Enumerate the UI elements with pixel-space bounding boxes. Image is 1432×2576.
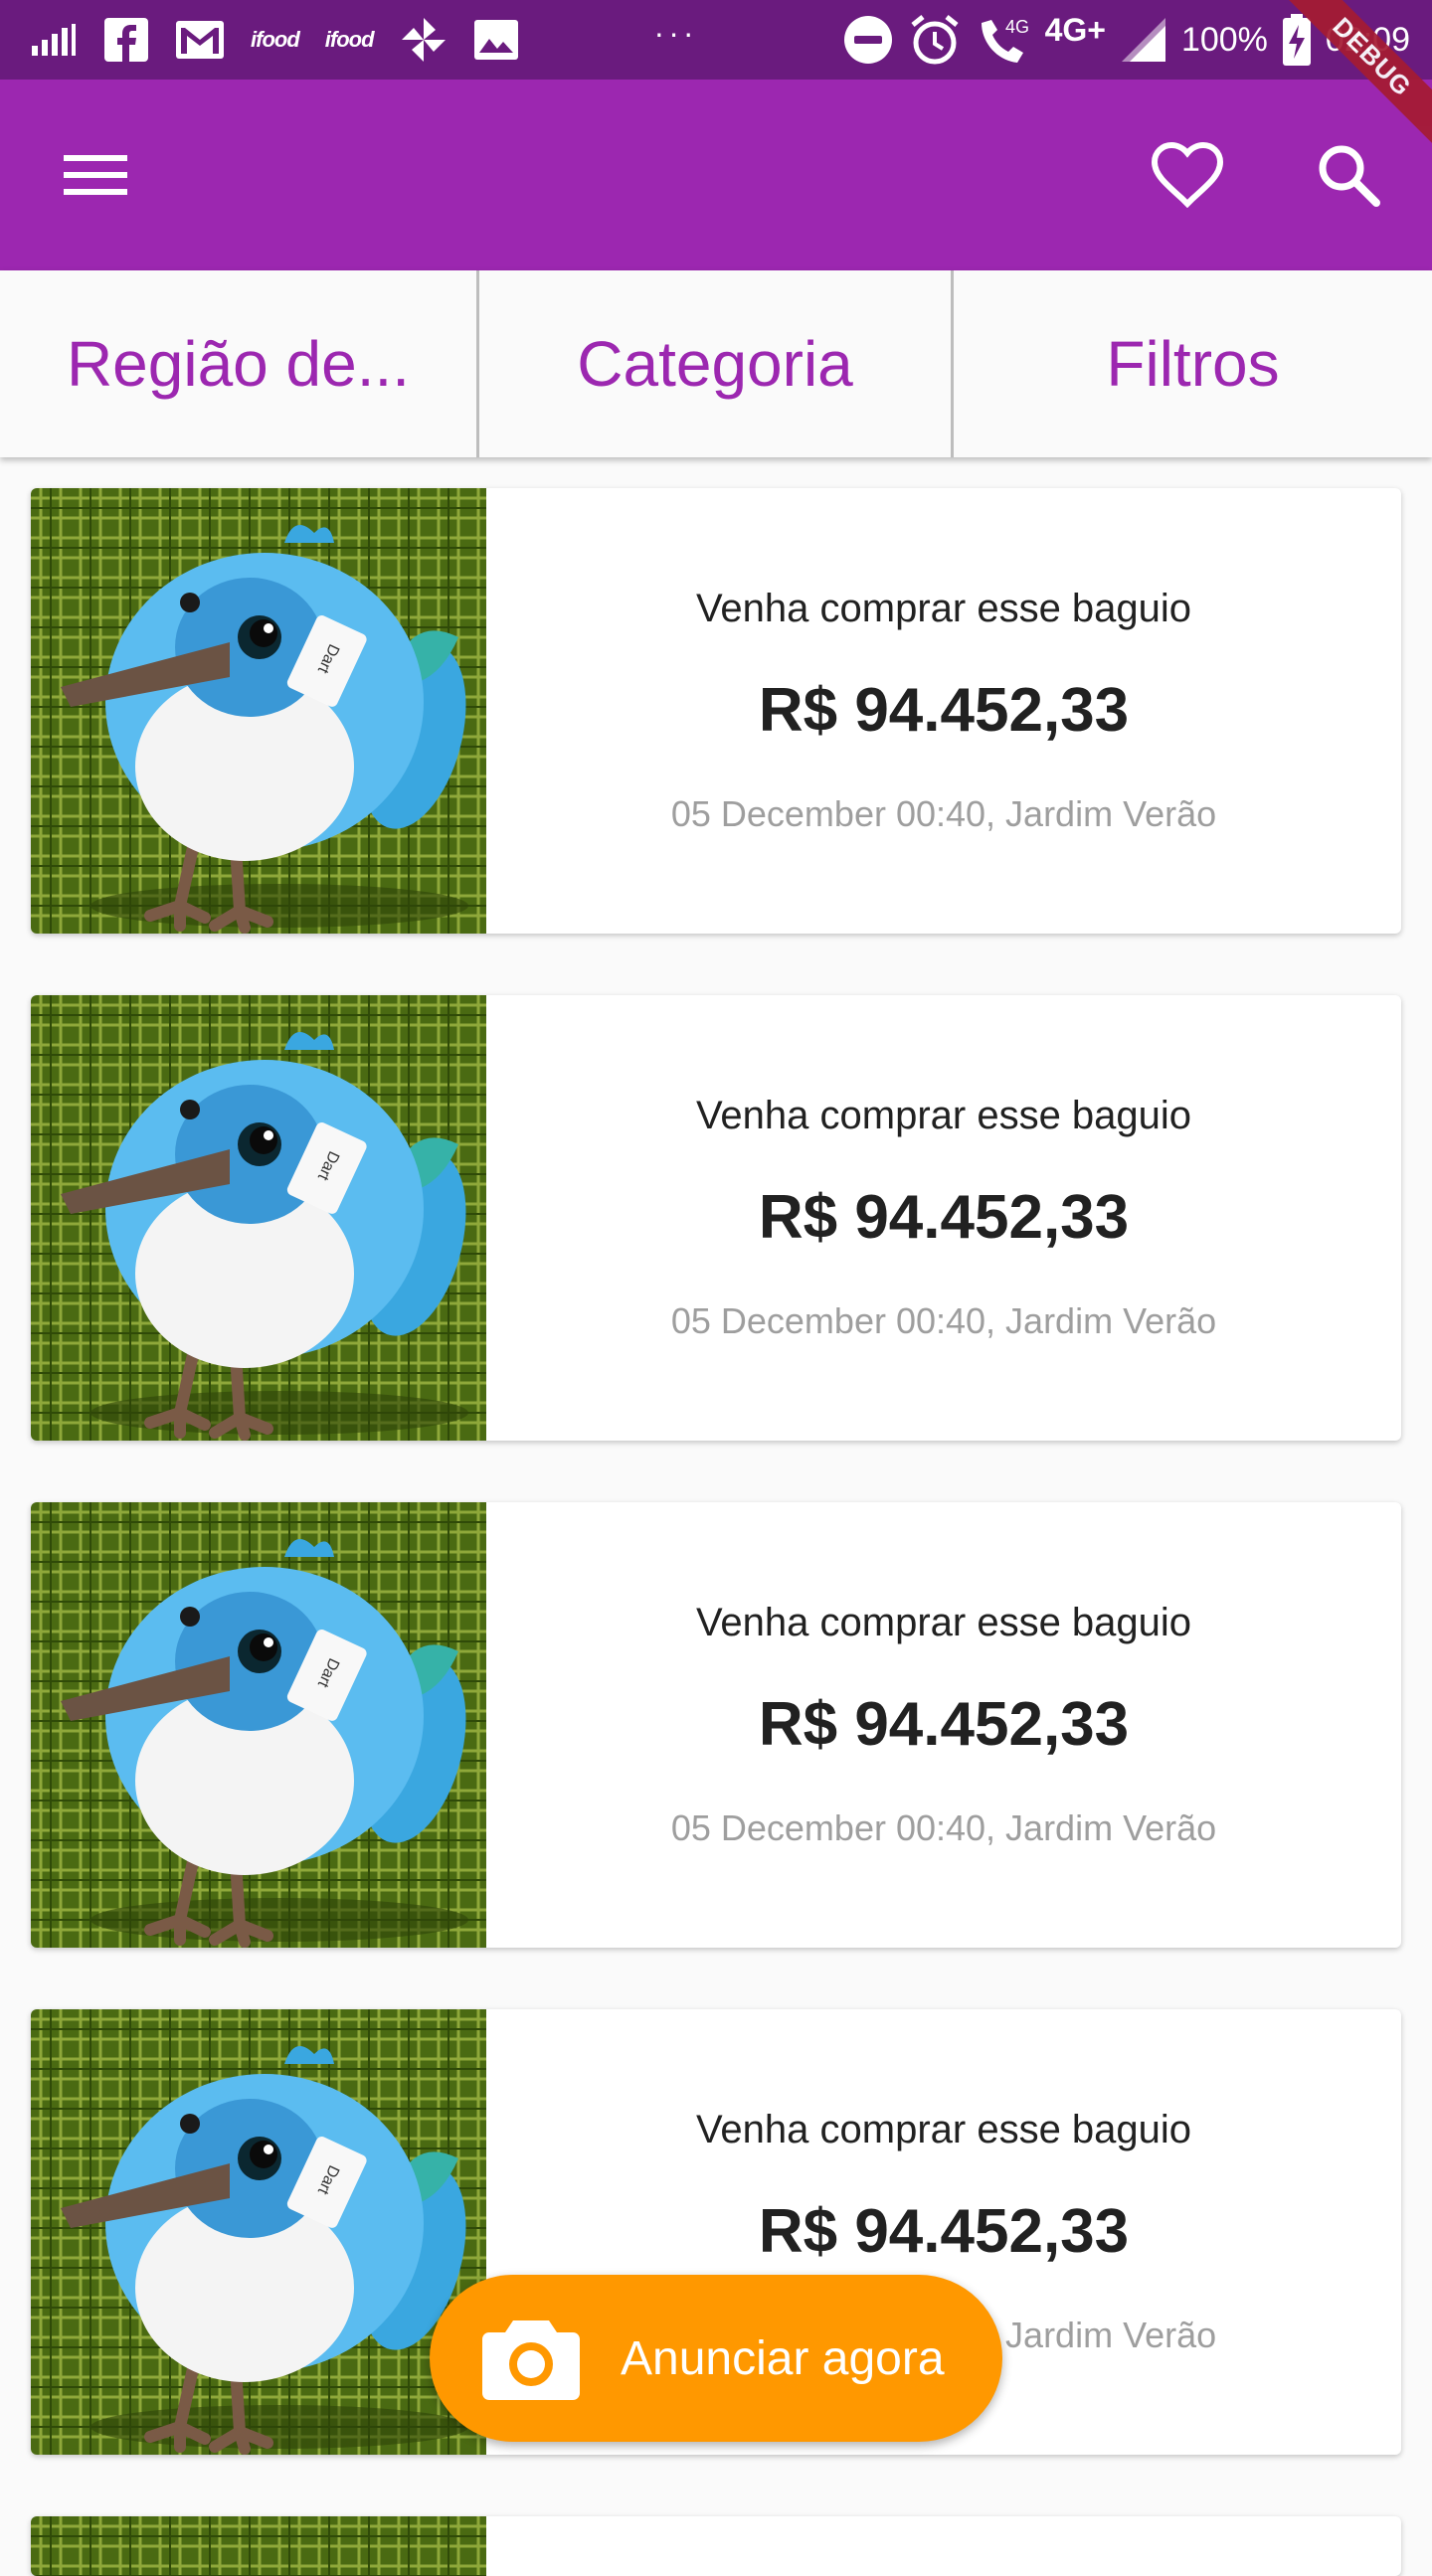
gmail-icon [175, 12, 225, 68]
announce-now-button[interactable]: Anunciar agora [430, 2275, 1002, 2442]
listing-card[interactable]: Venha comprar esse baguio R$ 94.452,33 0… [31, 1502, 1401, 1948]
status-bar: ifood ifood ··· 4G 4G+ 100% 02:09 [0, 0, 1432, 80]
menu-button[interactable] [40, 119, 151, 231]
svg-text:4G: 4G [1005, 17, 1029, 37]
category-filter-button[interactable]: Categoria [479, 270, 954, 457]
notification-icons: ifood ifood ··· [30, 0, 698, 80]
alarm-icon [908, 12, 962, 68]
listing-price: R$ 94.452,33 [758, 1183, 1130, 1252]
wifi-calling-icon: 4G [976, 12, 1031, 68]
ifood-icon: ifood [251, 27, 300, 52]
listing-photo [31, 488, 486, 934]
listing-photo [31, 2516, 486, 2576]
app-bar [0, 80, 1432, 270]
listing-info: Venha comprar esse baguio R$ 94.452,33 0… [486, 1502, 1401, 1948]
listing-card[interactable]: Venha comprar esse baguio R$ 94.452,33 0… [31, 995, 1401, 1441]
network-type: 4G+ [1044, 11, 1106, 48]
listing-meta: 05 December 00:40, Jardim Verão [670, 1807, 1217, 1848]
listing-title: Venha comprar esse baguio [695, 1094, 1192, 1137]
listing-price: R$ 94.452,33 [758, 676, 1130, 745]
camera-icon [481, 2313, 581, 2404]
listing-meta: 05 December 00:40, Jardim Verão [670, 793, 1217, 834]
listing-photo [31, 995, 486, 1441]
listing-photo [31, 2009, 486, 2455]
announce-now-label: Anunciar agora [621, 2331, 945, 2385]
listing-card[interactable]: Venha comprar esse baguio R$ 94.452,33 0… [31, 488, 1401, 934]
heart-outline-icon [1152, 142, 1223, 208]
listing-title: Venha comprar esse baguio [695, 587, 1192, 630]
listing-info: Venha comprar esse baguio R$ 94.452,33 0… [486, 488, 1401, 934]
listing-title: Venha comprar esse baguio [695, 1601, 1192, 1644]
cell-signal-icon [1120, 12, 1167, 68]
listing-info: Venha comprar esse baguio R$ 94.452,33 0… [486, 995, 1401, 1441]
listing-meta: 05 December 00:40, Jardim Verão [670, 1300, 1217, 1341]
facebook-icon [103, 12, 149, 68]
battery-charging-icon [1282, 12, 1312, 68]
search-icon [1319, 145, 1380, 207]
do-not-disturb-icon [842, 12, 894, 68]
filter-bar: Região de... Categoria Filtros [0, 270, 1432, 457]
listing-price: R$ 94.452,33 [758, 1690, 1130, 1759]
menu-icon [64, 155, 127, 195]
filters-button[interactable]: Filtros [954, 270, 1432, 457]
search-button[interactable] [1293, 119, 1404, 231]
ifood-icon: ifood [324, 27, 375, 52]
listing-title: Venha comprar esse baguio [695, 2108, 1192, 2151]
pinwheel-icon [400, 12, 448, 68]
signal-bars-icon [30, 12, 78, 68]
battery-percent: 100% [1180, 20, 1268, 59]
image-icon [473, 12, 519, 68]
region-filter-button[interactable]: Região de... [0, 270, 479, 457]
listing-price: R$ 94.452,33 [758, 2197, 1130, 2266]
overflow-indicator: ··· [653, 14, 698, 51]
listing-card-partial[interactable] [31, 2516, 1401, 2576]
listing-photo [31, 1502, 486, 1948]
favorites-button[interactable] [1132, 119, 1243, 231]
